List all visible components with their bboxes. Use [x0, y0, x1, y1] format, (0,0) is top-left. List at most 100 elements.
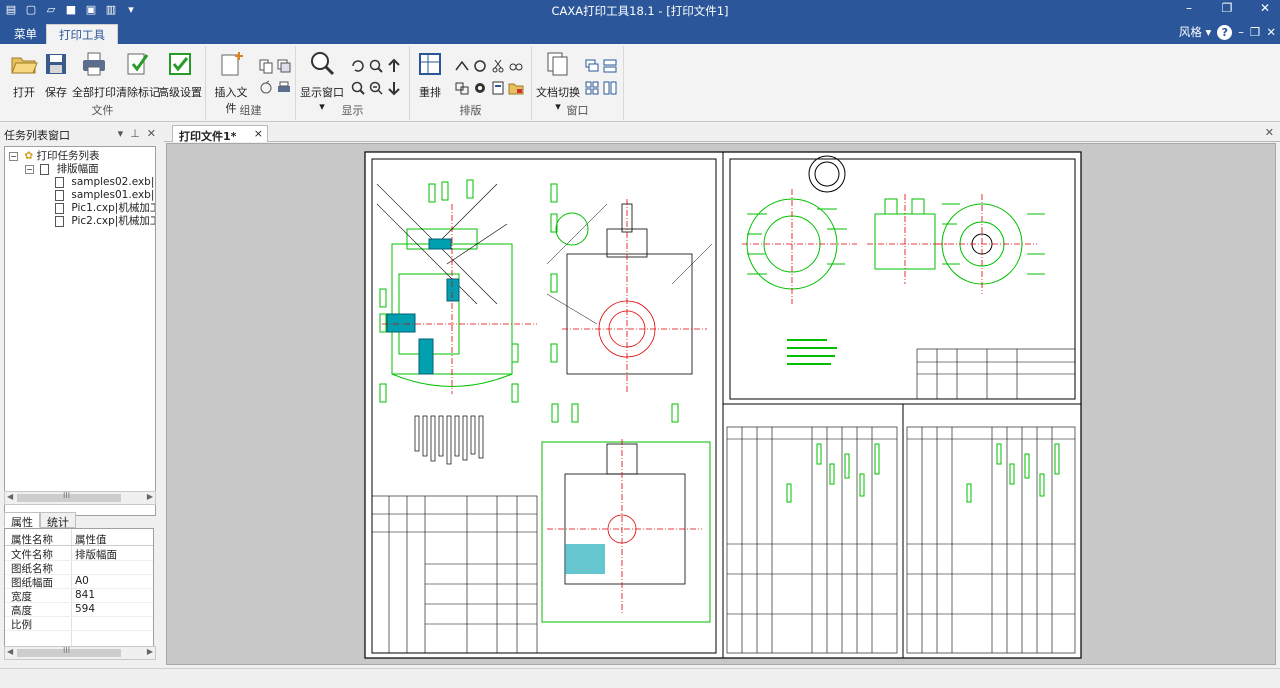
group-layout: 重排 排版 [410, 46, 532, 120]
pan-icon[interactable] [350, 58, 366, 74]
mdi-restore-icon[interactable]: ❐ [1250, 25, 1260, 39]
tab-properties[interactable]: 属性 [4, 512, 40, 529]
pin-icon[interactable]: ⊥ [130, 127, 140, 140]
document-tab[interactable]: 打印文件1* × [172, 125, 268, 143]
tree-file-label: Pic2.cxp|机械加工工 [71, 215, 155, 227]
rearrange-label: 重排 [419, 86, 441, 99]
property-row[interactable]: 高度 594 [5, 603, 153, 617]
settings-gear-icon[interactable] [472, 80, 488, 96]
mdi-close-icon[interactable]: ✕ [1266, 25, 1276, 39]
restore-icon[interactable]: ❐ [1218, 1, 1236, 15]
clear-marks-button[interactable]: 清除标记 [116, 50, 160, 100]
insert-file-icon [221, 52, 243, 76]
tree-file-item[interactable]: Pic1.cxp|机械加工工 [55, 202, 155, 215]
property-header: 属性名称 属性值 [5, 532, 153, 546]
group-window: 文档切换 ▾ 窗口 [532, 46, 624, 120]
collapse-icon[interactable]: − [25, 164, 34, 174]
copy-icon[interactable] [258, 58, 274, 74]
cascade-icon[interactable] [584, 58, 600, 74]
print-preview-icon[interactable] [276, 80, 292, 96]
save-button[interactable]: 保存 [36, 50, 76, 100]
documents-icon [547, 52, 568, 76]
property-row[interactable]: 宽度 841 [5, 589, 153, 603]
display-window-text: 显示窗口 [300, 86, 344, 99]
move-icon[interactable] [454, 58, 470, 74]
panel-close-icon[interactable]: ✕ [147, 127, 156, 140]
panel-dropdown-icon[interactable]: ▾ [118, 127, 124, 140]
property-key: 高度 [11, 605, 32, 617]
scroll-thumb[interactable]: III [17, 646, 121, 657]
mdi-minimize-icon[interactable]: – [1238, 25, 1244, 39]
panel-title: 任务列表窗口 [4, 129, 70, 142]
document-close-icon[interactable]: ✕ [1265, 126, 1274, 139]
close-icon[interactable]: ✕ [1256, 1, 1274, 15]
window-title: CAXA打印工具18.1 - [打印文件1] [551, 4, 729, 18]
tree-root[interactable]: − ✿ 打印任务列表 [9, 150, 100, 163]
scroll-right-icon[interactable]: ▶ [147, 492, 153, 501]
folder-open-icon [11, 57, 38, 74]
print-task-icon: ✿ [24, 150, 34, 162]
drawing-canvas[interactable] [166, 143, 1276, 665]
print-all-button[interactable]: 全部打印 [72, 50, 116, 100]
collapse-icon[interactable]: − [9, 151, 18, 161]
align-icon[interactable] [454, 80, 470, 96]
scroll-left-icon[interactable]: ◀ [7, 492, 13, 501]
link-icon[interactable] [508, 58, 524, 74]
arrow-up-icon[interactable] [386, 58, 402, 74]
property-horizontal-scrollbar[interactable]: ◀ III ▶ [4, 646, 156, 660]
tree-horizontal-scrollbar[interactable]: ◀ III ▶ [4, 491, 156, 505]
folder-icon[interactable] [508, 80, 524, 96]
property-key: 比例 [11, 619, 32, 631]
title-bar: ▤ ▢ ▱ ■ ▣ ▥ ▾ CAXA打印工具18.1 - [打印文件1] – ❐… [0, 0, 1280, 22]
rearrange-button[interactable]: 重排 [412, 50, 448, 100]
group-display-label: 显示 [341, 104, 364, 117]
rotate-icon[interactable] [258, 80, 274, 96]
group-layout-label: 排版 [459, 104, 482, 117]
scroll-right-icon[interactable]: ▶ [147, 647, 153, 656]
tile-horizontal-icon[interactable] [602, 58, 618, 74]
property-key: 图纸幅面 [11, 577, 53, 589]
tab-print-tool[interactable]: 打印工具 [46, 24, 118, 44]
property-value: 排版幅面 [75, 549, 117, 561]
ribbon-tab-row: 菜单 打印工具 风格 ▾ ? – ❐ ✕ [0, 22, 1280, 44]
cut-icon[interactable] [490, 58, 506, 74]
tree-file-item[interactable]: samples01.exb|model [55, 189, 155, 202]
tree-file-label: Pic1.cxp|机械加工工 [71, 202, 155, 214]
tab-statistics[interactable]: 统计 [40, 512, 76, 529]
arrow-down-icon[interactable] [386, 80, 402, 96]
style-dropdown[interactable]: 风格 ▾ [1179, 24, 1211, 40]
property-key: 图纸名称 [11, 563, 53, 575]
tab-close-icon[interactable]: × [254, 127, 263, 140]
zoom-in-icon[interactable] [368, 58, 384, 74]
tree-file-item[interactable]: Pic2.cxp|机械加工工 [55, 215, 155, 228]
advanced-settings-button[interactable]: 高级设置 [158, 50, 202, 100]
group-file-label: 文件 [91, 104, 114, 117]
duplicate-icon[interactable] [276, 58, 292, 74]
printer-icon [83, 52, 105, 76]
tile-grid-icon[interactable] [584, 80, 600, 96]
tree-file-item[interactable]: samples02.exb|model [55, 176, 155, 189]
rotate-drawing-icon[interactable] [472, 58, 488, 74]
tab-menu[interactable]: 菜单 [2, 24, 49, 44]
group-compose: 插入文件 组建 [206, 46, 296, 120]
property-row[interactable]: 图纸幅面 A0 [5, 575, 153, 589]
property-row[interactable]: 比例 [5, 617, 153, 631]
scroll-thumb[interactable]: III [17, 491, 121, 502]
property-row[interactable]: 图纸名称 [5, 561, 153, 575]
file-icon [55, 215, 64, 227]
ribbon: 打开 保存 全部打印 清除标记 高级设置 文件 插入文件 组建 显示窗口 ▾ 显… [0, 44, 1280, 122]
help-icon[interactable]: ? [1217, 24, 1233, 40]
tile-vertical-icon[interactable] [602, 80, 618, 96]
zoom-window-icon[interactable] [350, 80, 366, 96]
property-row[interactable]: 文件名称 排版幅面 [5, 547, 153, 561]
style-area: 风格 ▾ ? – ❐ ✕ [1179, 24, 1276, 40]
zoom-out-icon[interactable] [368, 80, 384, 96]
page-icon[interactable] [490, 80, 506, 96]
status-bar [0, 668, 1280, 688]
group-file: 打开 保存 全部打印 清除标记 高级设置 文件 [0, 46, 206, 120]
tree-layout-node[interactable]: − 排版幅面 [25, 163, 99, 176]
property-key: 宽度 [11, 591, 32, 603]
scroll-left-icon[interactable]: ◀ [7, 647, 13, 656]
floppy-icon [46, 54, 66, 74]
minimize-icon[interactable]: – [1180, 1, 1198, 15]
